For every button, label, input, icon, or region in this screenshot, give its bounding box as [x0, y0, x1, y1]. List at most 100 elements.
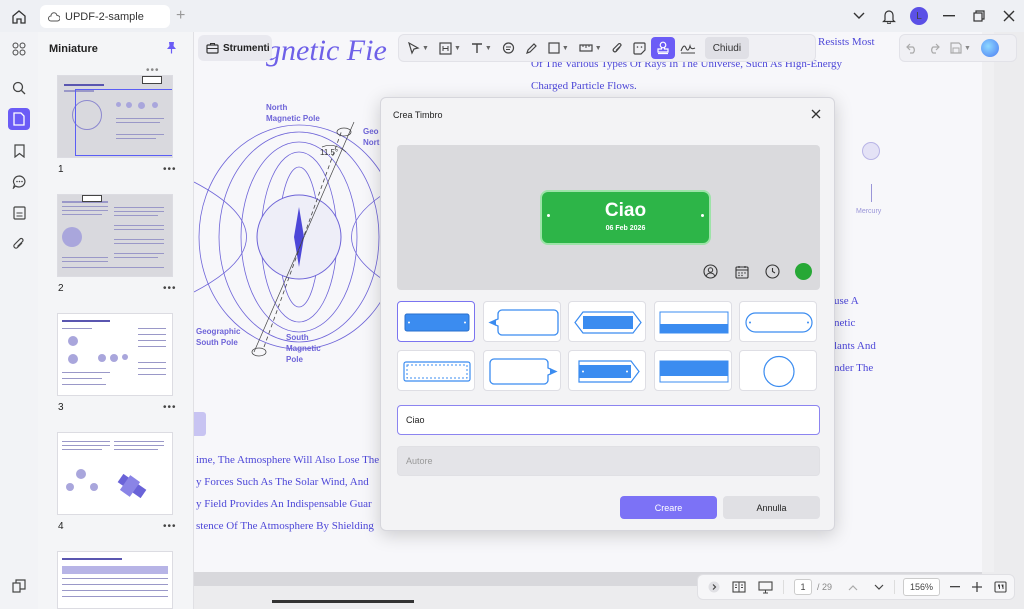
stamp-style-option[interactable] [568, 301, 646, 342]
page-input[interactable]: 1 [794, 579, 812, 595]
chevron-down-icon[interactable] [844, 4, 874, 28]
tools-button[interactable]: Strumenti [198, 35, 272, 61]
page-number: 3 [58, 402, 64, 413]
save-icon[interactable] [950, 42, 962, 54]
page-thumbnail-5[interactable] [57, 551, 173, 609]
bookmark-icon[interactable] [8, 140, 30, 162]
doc-text-line: netic [834, 317, 856, 329]
viewport-indicator[interactable] [75, 89, 172, 156]
stamp-style-option[interactable] [483, 301, 561, 342]
comment-icon [502, 41, 514, 54]
grid-icon[interactable] [8, 38, 30, 60]
more-options-icon[interactable]: ••• [163, 402, 177, 413]
close-toolbar-button[interactable]: Chiudi [704, 37, 750, 59]
vertical-scrollbar[interactable] [982, 32, 994, 572]
undo-icon[interactable] [906, 43, 918, 54]
title-bar: UPDF-2-sample + L [0, 0, 1024, 32]
stamp-icon [657, 41, 669, 55]
user-icon[interactable] [702, 263, 719, 280]
clock-icon[interactable] [764, 263, 781, 280]
calendar-icon[interactable] [733, 263, 750, 280]
more-options-icon[interactable]: ••• [163, 521, 177, 532]
diagram-label-south-magnetic: South Magnetic Pole [286, 333, 321, 364]
page-edge [272, 600, 414, 603]
author-input[interactable]: Autore [397, 446, 820, 476]
sticker-icon [633, 41, 646, 55]
tool-textbox[interactable]: ▼ [434, 37, 466, 59]
stamp-style-option[interactable] [397, 301, 475, 342]
color-picker[interactable] [795, 263, 812, 280]
doc-text-line: ime, The Atmosphere Will Also Lose The [196, 454, 380, 466]
page-thumbnail-1[interactable] [57, 75, 173, 158]
stamp-style-option[interactable] [483, 350, 561, 391]
restore-icon[interactable] [964, 4, 994, 28]
annotation-toolbar: ▼ ▼ ▼ ▼ ▼ Chiudi [398, 34, 816, 62]
tool-stamp[interactable] [650, 37, 675, 59]
prev-page-icon[interactable] [842, 577, 864, 597]
tool-signature[interactable] [675, 37, 701, 59]
stamp-style-option[interactable] [739, 350, 817, 391]
page-thumbnail-3[interactable] [57, 313, 173, 396]
minimize-icon[interactable] [934, 4, 964, 28]
tool-sticker[interactable] [628, 37, 651, 59]
tool-select[interactable]: ▼ [403, 37, 434, 59]
tool-highlight[interactable] [520, 37, 543, 59]
more-options-icon[interactable]: ••• [163, 283, 177, 294]
toolbox-icon [206, 42, 219, 54]
pages-icon[interactable] [8, 108, 30, 130]
page-thumbnail-4[interactable] [57, 432, 173, 515]
ai-assistant-icon[interactable] [980, 39, 999, 57]
home-icon[interactable] [8, 6, 30, 28]
tool-text[interactable]: ▼ [466, 37, 497, 59]
page-number: 2 [58, 283, 64, 294]
more-options-icon[interactable]: ••• [163, 164, 177, 175]
redo-icon[interactable] [928, 43, 940, 54]
drawer-handle[interactable] [194, 412, 206, 436]
bell-icon[interactable] [874, 4, 904, 28]
page-navigation-bar: 1 / 29 156% [697, 574, 1015, 600]
document-tab[interactable]: UPDF-2-sample [40, 5, 170, 28]
reading-mode-icon[interactable] [726, 577, 752, 597]
tool-measure[interactable]: ▼ [574, 37, 607, 59]
search-icon[interactable] [8, 77, 30, 99]
diagram-label-north-magnetic: North Magnetic Pole [266, 103, 320, 123]
close-icon[interactable] [808, 106, 824, 122]
create-stamp-dialog: Crea Timbro Ciao 06 Feb 2026 Ciao Autore… [380, 97, 835, 531]
new-tab-icon[interactable]: + [176, 7, 185, 25]
fit-page-icon[interactable] [988, 577, 1013, 597]
stamp-sample: Ciao 06 Feb 2026 [540, 190, 711, 245]
doc-text-line: lants And [834, 340, 876, 352]
create-button[interactable]: Creare [620, 496, 717, 519]
zoom-level[interactable]: 156% [903, 578, 941, 596]
attachment-icon[interactable] [8, 233, 30, 255]
close-window-icon[interactable] [994, 4, 1024, 28]
save-menu-chevron-icon[interactable]: ▼ [964, 45, 971, 52]
tool-attach[interactable] [607, 37, 628, 59]
doc-text-line: stence Of The Atmosphere By Shielding [196, 520, 374, 532]
planet-label: Mercury [856, 208, 882, 215]
page-thumbnail-2[interactable] [57, 194, 173, 277]
stamp-style-option[interactable] [568, 350, 646, 391]
text-icon [471, 43, 482, 53]
stamp-text-input[interactable]: Ciao [397, 405, 820, 435]
next-page-icon[interactable] [868, 577, 890, 597]
zoom-in-icon[interactable] [966, 577, 988, 597]
page-number: 1 [58, 164, 64, 175]
stamp-style-option[interactable] [654, 350, 732, 391]
pin-icon[interactable] [166, 41, 177, 57]
comment-icon[interactable] [8, 171, 30, 193]
stamp-style-option[interactable] [739, 301, 817, 342]
stamp-style-option[interactable] [397, 350, 475, 391]
tool-comment[interactable] [497, 37, 520, 59]
document-tab-label: UPDF-2-sample [65, 10, 144, 23]
collapse-icon[interactable] [702, 577, 726, 597]
stamp-style-option[interactable] [654, 301, 732, 342]
presentation-icon[interactable] [752, 577, 779, 597]
zoom-out-icon[interactable] [944, 577, 966, 597]
form-icon[interactable] [8, 202, 30, 224]
diagram-label-geo-north: Geo Nort [363, 127, 380, 147]
cancel-button[interactable]: Annulla [723, 496, 820, 519]
avatar[interactable]: L [910, 7, 928, 25]
layers-icon[interactable] [8, 575, 30, 597]
tool-shape[interactable]: ▼ [543, 37, 574, 59]
